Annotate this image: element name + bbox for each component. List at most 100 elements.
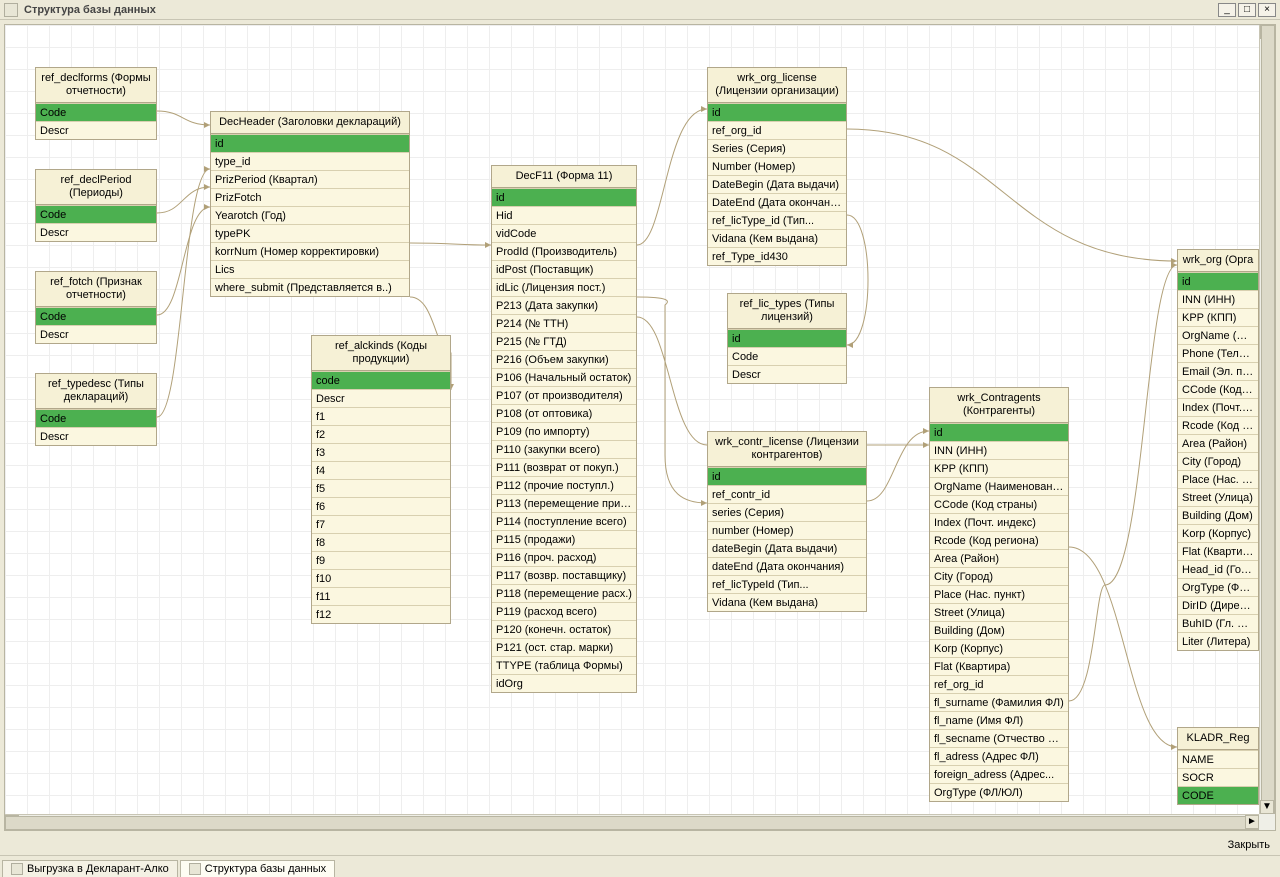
field-row[interactable]: Code [36,307,156,325]
field-row[interactable]: vidCode [492,224,636,242]
entity-ref_declPeriod[interactable]: ref_declPeriod (Периоды)CodeDescr [35,169,157,242]
minimize-button[interactable]: _ [1218,3,1236,17]
field-row[interactable]: f7 [312,515,450,533]
field-row[interactable]: Descr [728,365,846,383]
scroll-right-arrow[interactable]: ► [1245,815,1259,829]
field-row[interactable]: P119 (расход всего) [492,602,636,620]
field-row[interactable]: Lics [211,260,409,278]
field-row[interactable]: Phone (Телефо [1178,344,1258,362]
field-row[interactable]: KPP (КПП) [930,459,1068,477]
field-row[interactable]: f10 [312,569,450,587]
field-row[interactable]: f1 [312,407,450,425]
field-row[interactable]: f6 [312,497,450,515]
field-row[interactable]: series (Серия) [708,503,866,521]
field-row[interactable]: id [728,329,846,347]
field-row[interactable]: CCode (Код страны) [930,495,1068,513]
field-row[interactable]: Area (Район) [1178,434,1258,452]
field-row[interactable]: PrizFotch [211,188,409,206]
field-row[interactable]: TTYPE (таблица Формы) [492,656,636,674]
field-row[interactable]: P118 (перемещение расх.) [492,584,636,602]
field-row[interactable]: foreign_adress (Адрес... [930,765,1068,783]
field-row[interactable]: Street (Улица) [1178,488,1258,506]
field-row[interactable]: Place (Нас. пун [1178,470,1258,488]
field-row[interactable]: Head_id (Голов [1178,560,1258,578]
field-row[interactable]: type_id [211,152,409,170]
maximize-button[interactable]: □ [1238,3,1256,17]
field-row[interactable]: P111 (возврат от покуп.) [492,458,636,476]
field-row[interactable]: P117 (возвр. поставщику) [492,566,636,584]
field-row[interactable]: fl_surname (Фамилия ФЛ) [930,693,1068,711]
field-row[interactable]: f9 [312,551,450,569]
field-row[interactable]: Series (Серия) [708,139,846,157]
field-row[interactable]: BuhID (Гл. бухг [1178,614,1258,632]
field-row[interactable]: Vidana (Кем выдана) [708,229,846,247]
field-row[interactable]: Yearotch (Год) [211,206,409,224]
scroll-down-arrow[interactable]: ▼ [1260,800,1274,814]
field-row[interactable]: ref_licType_id (Тип... [708,211,846,229]
tab-structure[interactable]: Структура базы данных [180,860,335,877]
field-row[interactable]: Descr [312,389,450,407]
field-row[interactable]: number (Номер) [708,521,866,539]
field-row[interactable]: Korp (Корпус) [1178,524,1258,542]
field-row[interactable]: City (Город) [930,567,1068,585]
field-row[interactable]: f2 [312,425,450,443]
field-row[interactable]: idOrg [492,674,636,692]
field-row[interactable]: typePK [211,224,409,242]
field-row[interactable]: ref_Type_id430 [708,247,846,265]
entity-ref_declforms[interactable]: ref_declforms (Формы отчетности)CodeDesc… [35,67,157,140]
field-row[interactable]: Descr [36,427,156,445]
field-row[interactable]: P112 (прочие поступл.) [492,476,636,494]
field-row[interactable]: Code [36,409,156,427]
field-row[interactable]: Descr [36,325,156,343]
field-row[interactable]: ref_licTypeId (Тип... [708,575,866,593]
field-row[interactable]: Area (Район) [930,549,1068,567]
field-row[interactable]: Descr [36,223,156,241]
field-row[interactable]: id [708,467,866,485]
field-row[interactable]: f11 [312,587,450,605]
hscroll-thumb[interactable] [5,816,1259,830]
field-row[interactable]: f8 [312,533,450,551]
entity-ref_typedesc[interactable]: ref_typedesc (Типы деклараций)CodeDescr [35,373,157,446]
horizontal-scrollbar[interactable]: ◄ ► [5,814,1259,830]
field-row[interactable]: Hid [492,206,636,224]
field-row[interactable]: idPost (Поставщик) [492,260,636,278]
entity-KLADR_Reg[interactable]: KLADR_RegNAMESOCRCODE [1177,727,1259,805]
field-row[interactable]: P116 (проч. расход) [492,548,636,566]
entity-ref_alckinds[interactable]: ref_alckinds (Коды продукции)codeDescrf1… [311,335,451,624]
field-row[interactable]: Code [728,347,846,365]
field-row[interactable]: f5 [312,479,450,497]
entity-DecF11[interactable]: DecF11 (Форма 11)idHidvidCodeProdId (Про… [491,165,637,693]
field-row[interactable]: OrgType (ФЛ/ЮЛ) [930,783,1068,801]
field-row[interactable]: P107 (от производителя) [492,386,636,404]
field-row[interactable]: P216 (Объем закупки) [492,350,636,368]
field-row[interactable]: korrNum (Номер корректировки) [211,242,409,260]
field-row[interactable]: P108 (от оптовика) [492,404,636,422]
field-row[interactable]: INN (ИНН) [930,441,1068,459]
field-row[interactable]: f12 [312,605,450,623]
field-row[interactable]: Street (Улица) [930,603,1068,621]
field-row[interactable]: P113 (перемещение прих.) [492,494,636,512]
entity-ref_fotch[interactable]: ref_fotch (Признак отчетности)CodeDescr [35,271,157,344]
field-row[interactable]: DirID (Директо [1178,596,1258,614]
field-row[interactable]: P109 (по импорту) [492,422,636,440]
entity-wrk_Contragents[interactable]: wrk_Contragents (Контрагенты)idINN (ИНН)… [929,387,1069,802]
entity-wrk_org[interactable]: wrk_org (ОргаidINN (ИНН)KPP (КПП)OrgName… [1177,249,1259,651]
field-row[interactable]: ref_org_id [708,121,846,139]
field-row[interactable]: P114 (поступление всего) [492,512,636,530]
field-row[interactable]: id [492,188,636,206]
field-row[interactable]: Flat (Квартира) [1178,542,1258,560]
field-row[interactable]: id [708,103,846,121]
tab-export[interactable]: Выгрузка в Декларант-Алко [2,860,178,877]
field-row[interactable]: NAME [1178,750,1258,768]
field-row[interactable]: P121 (ост. стар. марки) [492,638,636,656]
field-row[interactable]: id [211,134,409,152]
field-row[interactable]: City (Город) [1178,452,1258,470]
field-row[interactable]: Index (Почт. индекс) [930,513,1068,531]
field-row[interactable]: OrgName (Наименование) [930,477,1068,495]
entity-DecHeader[interactable]: DecHeader (Заголовки деклараций)idtype_i… [210,111,410,297]
field-row[interactable]: ref_contr_id [708,485,866,503]
field-row[interactable]: Email (Эл. почта [1178,362,1258,380]
entity-wrk_contr_license[interactable]: wrk_contr_license (Лицензии контрагентов… [707,431,867,612]
field-row[interactable]: KPP (КПП) [1178,308,1258,326]
field-row[interactable]: id [1178,272,1258,290]
